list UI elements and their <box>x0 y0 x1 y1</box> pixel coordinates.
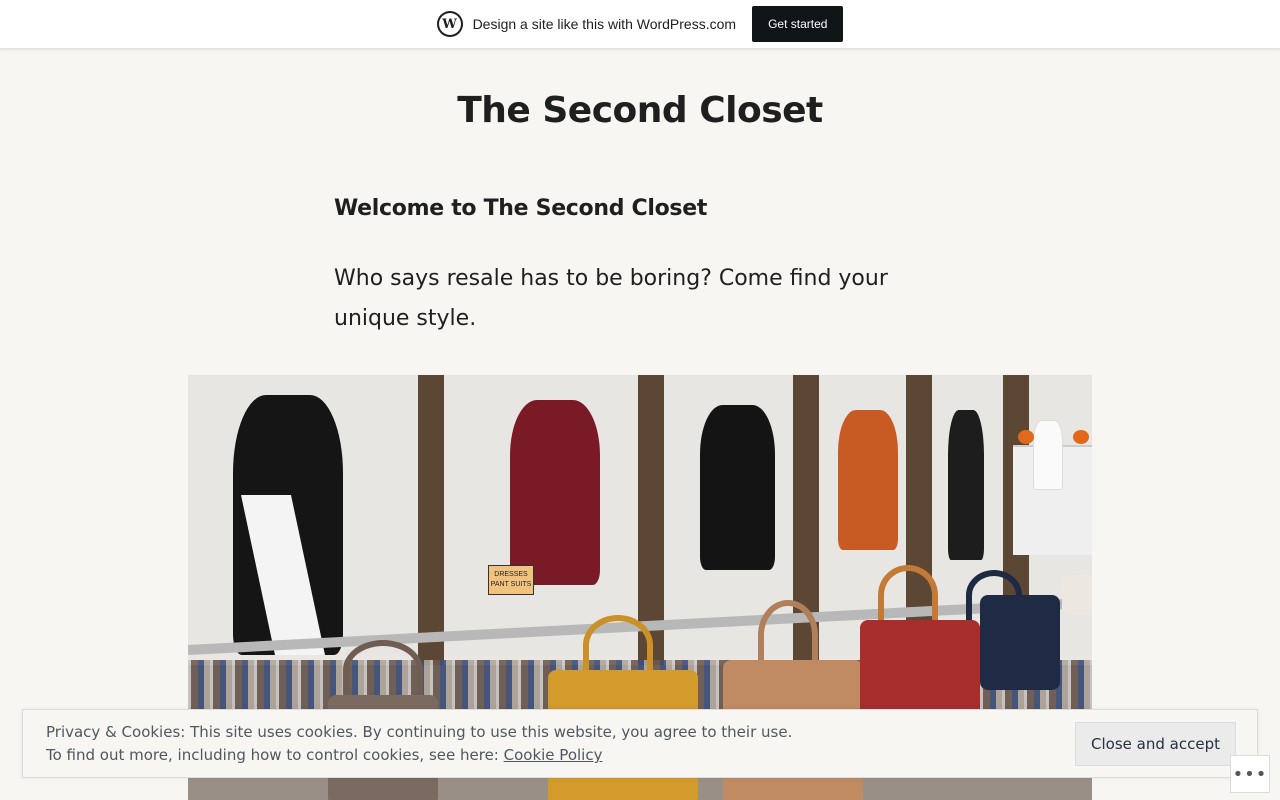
cookie-line-1: Privacy & Cookies: This site uses cookie… <box>46 723 793 741</box>
site-title[interactable]: The Second Closet <box>0 90 1280 131</box>
cookie-line-2-text: To find out more, including how to contr… <box>46 746 504 764</box>
cookie-banner: Privacy & Cookies: This site uses cookie… <box>22 709 1258 778</box>
wordpress-banner: W Design a site like this with WordPress… <box>0 0 1280 49</box>
store-sign: DRESSES PANT SUITS <box>488 565 534 595</box>
page-content: Welcome to The Second Closet Who says re… <box>334 196 946 339</box>
close-and-accept-button[interactable]: Close and accept <box>1075 722 1236 766</box>
get-started-button[interactable]: Get started <box>752 6 844 42</box>
wordpress-banner-text[interactable]: Design a site like this with WordPress.c… <box>473 16 737 32</box>
cookie-policy-link[interactable]: Cookie Policy <box>504 746 603 764</box>
welcome-heading: Welcome to The Second Closet <box>334 196 708 221</box>
wordpress-logo-icon[interactable]: W <box>436 11 463 37</box>
ellipsis-icon[interactable]: ••• <box>1230 755 1270 793</box>
cookie-message: Privacy & Cookies: This site uses cookie… <box>46 721 792 767</box>
intro-paragraph: Who says resale has to be boring? Come f… <box>334 266 888 331</box>
cookie-line-2: To find out more, including how to contr… <box>46 744 792 767</box>
